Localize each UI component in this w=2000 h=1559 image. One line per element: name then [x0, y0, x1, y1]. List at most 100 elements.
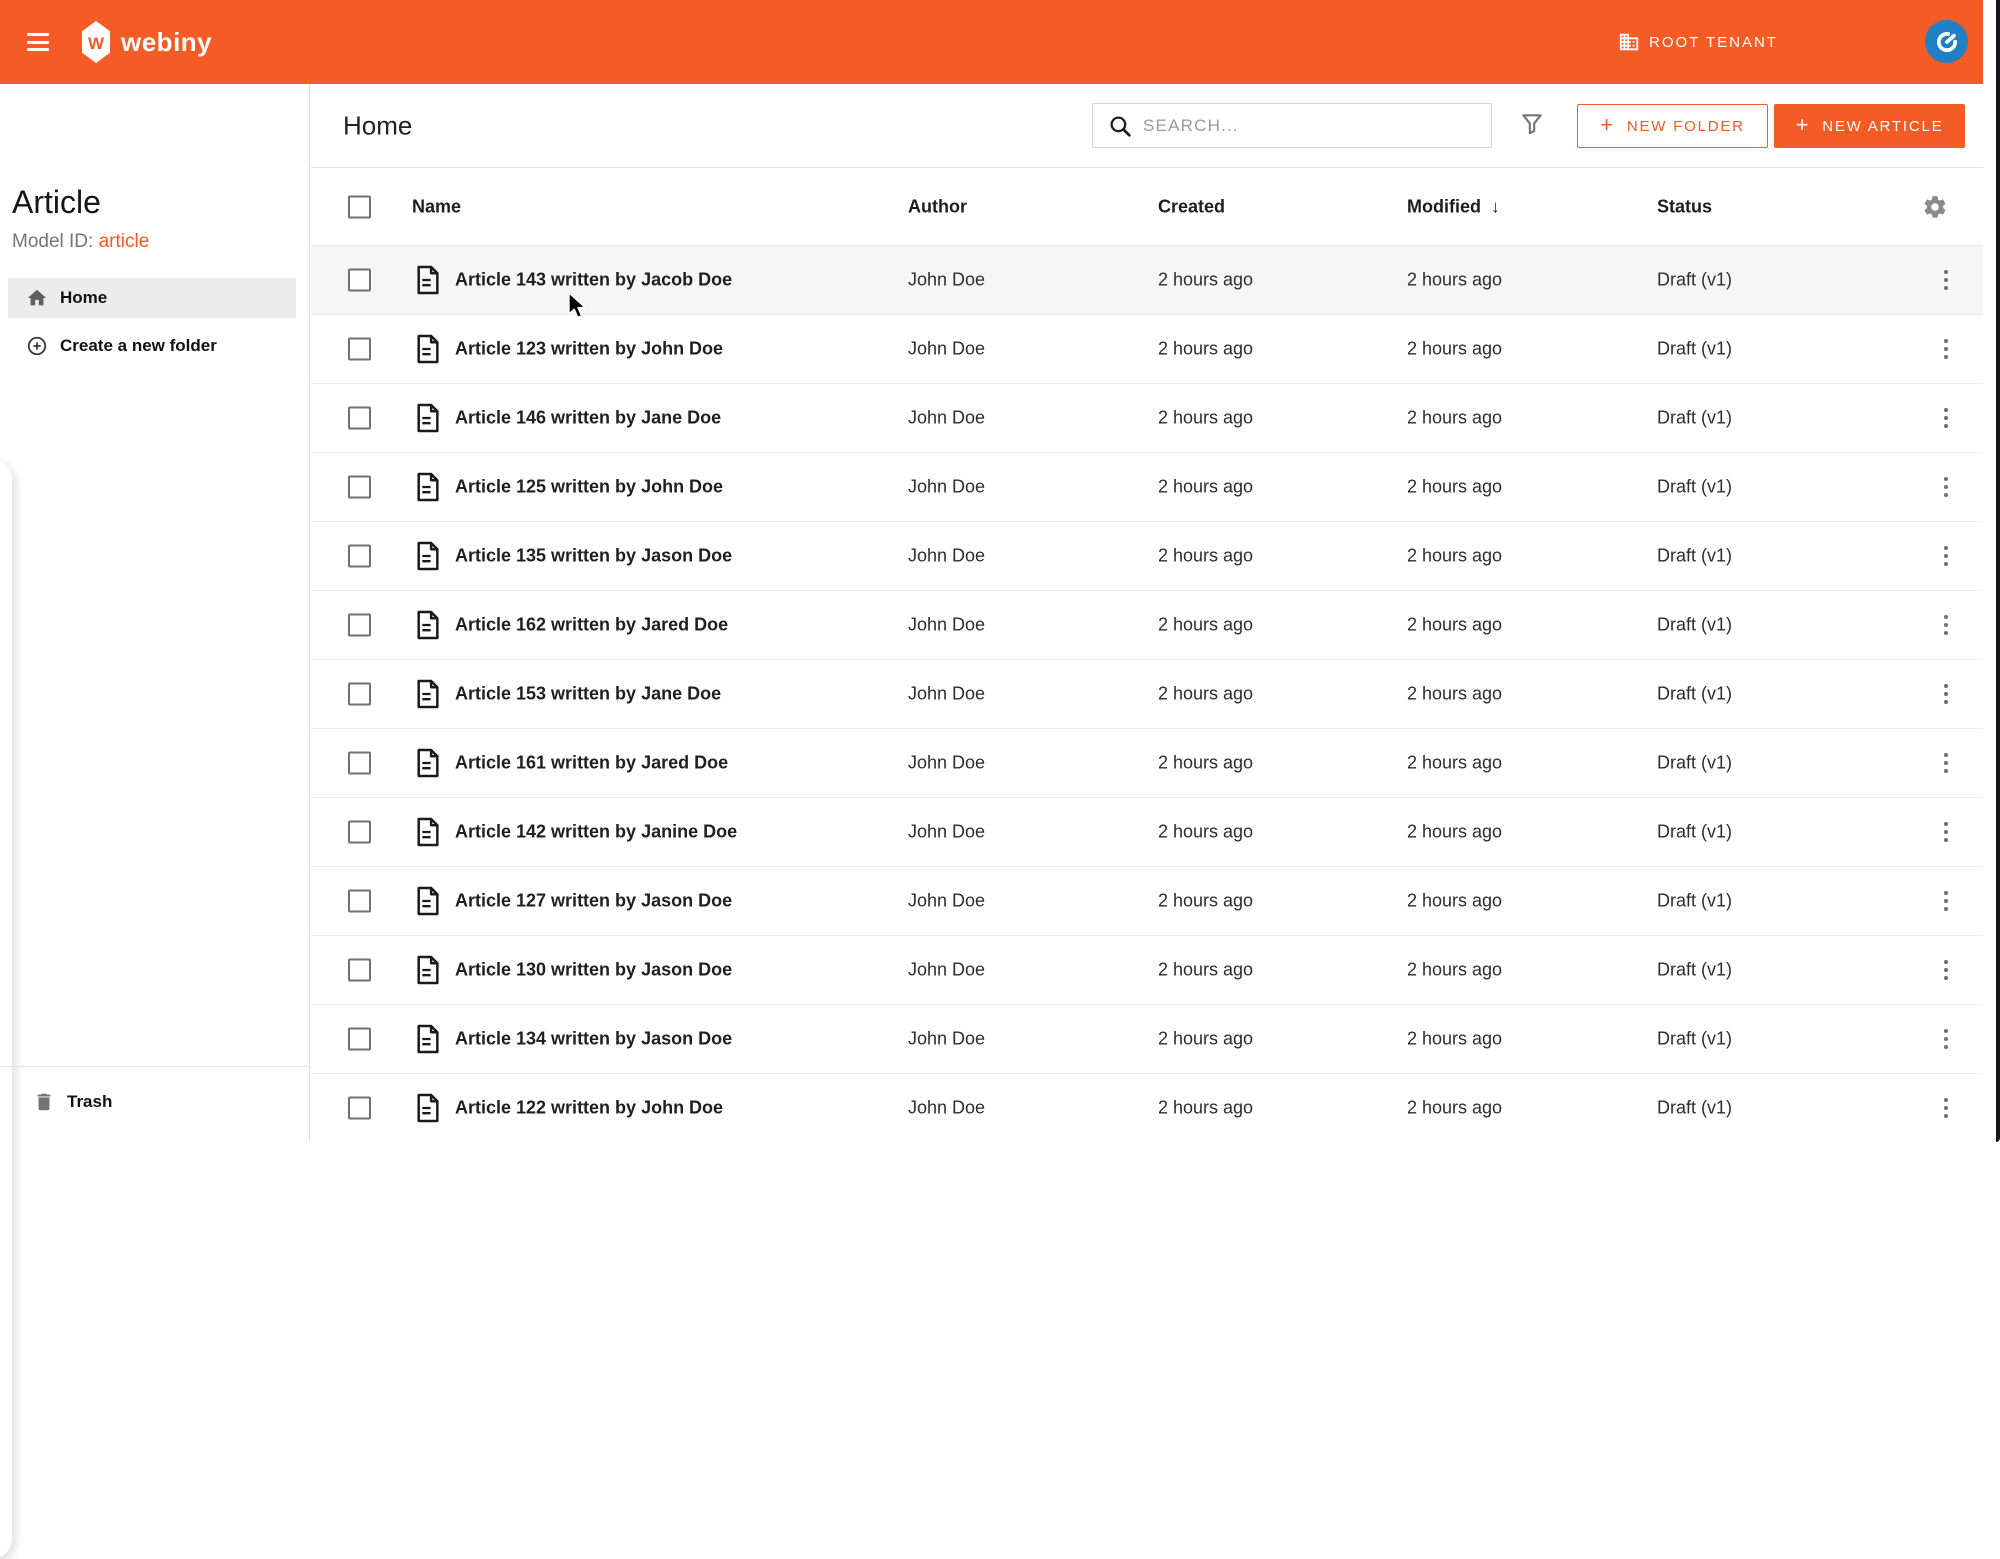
row-checkbox[interactable]: [348, 1027, 371, 1051]
row-author: John Doe: [908, 752, 986, 773]
row-actions-menu[interactable]: [1937, 956, 1955, 984]
sidebar-item-trash[interactable]: Trash: [8, 1082, 296, 1122]
sidebar-item-create-folder[interactable]: Create a new folder: [8, 326, 296, 366]
row-status: Draft (v1): [1657, 890, 1733, 911]
table-row[interactable]: Article 146 written by Jane Doe John Doe…: [311, 384, 1983, 453]
tenant-selector[interactable]: ROOT TENANT: [1618, 0, 1778, 84]
row-name[interactable]: Article 161 written by Jared Doe: [455, 753, 728, 774]
home-icon: [27, 289, 47, 306]
row-checkbox[interactable]: [348, 613, 371, 637]
row-checkbox[interactable]: [348, 337, 371, 361]
column-header-created[interactable]: Created: [1158, 196, 1225, 217]
column-header-status[interactable]: Status: [1657, 196, 1712, 217]
table-row[interactable]: Article 125 written by John Doe John Doe…: [311, 453, 1983, 522]
table-row[interactable]: Article 142 written by Janine Doe John D…: [311, 798, 1983, 867]
new-article-button[interactable]: + NEW ARTICLE: [1774, 104, 1965, 148]
row-created: 2 hours ago: [1158, 614, 1254, 635]
row-actions-menu[interactable]: [1937, 611, 1955, 639]
document-icon: [417, 610, 439, 640]
row-name[interactable]: Article 134 written by Jason Doe: [455, 1029, 732, 1050]
table-row[interactable]: Article 127 written by Jason Doe John Do…: [311, 867, 1983, 936]
row-actions-menu[interactable]: [1937, 266, 1955, 294]
row-created: 2 hours ago: [1158, 752, 1254, 773]
new-folder-button[interactable]: + NEW FOLDER: [1577, 104, 1768, 148]
row-checkbox[interactable]: [348, 544, 371, 568]
row-name[interactable]: Article 125 written by John Doe: [455, 477, 723, 498]
table-row[interactable]: Article 153 written by Jane Doe John Doe…: [311, 660, 1983, 729]
hamburger-menu-icon[interactable]: [27, 33, 51, 52]
tenant-label: ROOT TENANT: [1649, 33, 1778, 51]
row-actions-menu[interactable]: [1937, 818, 1955, 846]
row-author: John Doe: [908, 683, 986, 704]
table-row[interactable]: Article 130 written by Jason Doe John Do…: [311, 936, 1983, 1005]
row-actions-menu[interactable]: [1937, 1094, 1955, 1122]
window-edge: [1996, 0, 2000, 1142]
row-name[interactable]: Article 162 written by Jared Doe: [455, 615, 728, 636]
breadcrumb[interactable]: Home: [343, 110, 412, 141]
row-name[interactable]: Article 127 written by Jason Doe: [455, 891, 732, 912]
row-name[interactable]: Article 123 written by John Doe: [455, 339, 723, 360]
content-area: Home + NEW FOLDER + NEW ARTICLE Name Aut…: [311, 84, 1983, 1142]
row-author: John Doe: [908, 476, 986, 497]
row-checkbox[interactable]: [348, 682, 371, 706]
toolbar: Home + NEW FOLDER + NEW ARTICLE: [311, 84, 1983, 167]
row-checkbox[interactable]: [348, 751, 371, 775]
row-checkbox[interactable]: [348, 475, 371, 499]
row-name[interactable]: Article 143 written by Jacob Doe: [455, 270, 732, 291]
row-modified: 2 hours ago: [1407, 890, 1503, 911]
row-actions-menu[interactable]: [1937, 404, 1955, 432]
row-actions-menu[interactable]: [1937, 680, 1955, 708]
row-author: John Doe: [908, 959, 986, 980]
row-checkbox[interactable]: [348, 889, 371, 913]
row-checkbox[interactable]: [348, 1096, 371, 1120]
svg-text:W: W: [88, 34, 105, 53]
row-checkbox[interactable]: [348, 820, 371, 844]
row-actions-menu[interactable]: [1937, 335, 1955, 363]
scrollbar-track[interactable]: [1983, 0, 1996, 1142]
row-author: John Doe: [908, 269, 986, 290]
row-author: John Doe: [908, 821, 986, 842]
row-actions-menu[interactable]: [1937, 542, 1955, 570]
row-modified: 2 hours ago: [1407, 614, 1503, 635]
document-icon: [417, 679, 439, 709]
user-avatar[interactable]: [1925, 20, 1968, 63]
table-row[interactable]: Article 122 written by John Doe John Doe…: [311, 1074, 1983, 1142]
row-name[interactable]: Article 146 written by Jane Doe: [455, 408, 721, 429]
select-all-checkbox[interactable]: [348, 195, 371, 218]
sidebar-item-home[interactable]: Home: [8, 278, 296, 318]
table-row[interactable]: Article 135 written by Jason Doe John Do…: [311, 522, 1983, 591]
row-actions-menu[interactable]: [1937, 1025, 1955, 1053]
row-created: 2 hours ago: [1158, 683, 1254, 704]
row-actions-menu[interactable]: [1937, 473, 1955, 501]
row-modified: 2 hours ago: [1407, 476, 1503, 497]
row-actions-menu[interactable]: [1937, 749, 1955, 777]
row-name[interactable]: Article 135 written by Jason Doe: [455, 546, 732, 567]
row-name[interactable]: Article 153 written by Jane Doe: [455, 684, 721, 705]
table-row[interactable]: Article 162 written by Jared Doe John Do…: [311, 591, 1983, 660]
row-checkbox[interactable]: [348, 268, 371, 292]
column-header-author[interactable]: Author: [908, 196, 967, 217]
row-name[interactable]: Article 130 written by Jason Doe: [455, 960, 732, 981]
row-created: 2 hours ago: [1158, 890, 1254, 911]
column-header-modified[interactable]: Modified ↓: [1407, 196, 1500, 217]
table-row[interactable]: Article 143 written by Jacob Doe John Do…: [311, 246, 1983, 315]
row-status: Draft (v1): [1657, 1097, 1733, 1118]
row-modified: 2 hours ago: [1407, 1097, 1503, 1118]
column-header-name[interactable]: Name: [412, 196, 461, 217]
row-checkbox[interactable]: [348, 958, 371, 982]
row-status: Draft (v1): [1657, 545, 1733, 566]
table-row[interactable]: Article 123 written by John Doe John Doe…: [311, 315, 1983, 384]
table-row[interactable]: Article 134 written by Jason Doe John Do…: [311, 1005, 1983, 1074]
search-input[interactable]: [1143, 104, 1483, 147]
row-name[interactable]: Article 142 written by Janine Doe: [455, 822, 737, 843]
row-actions-menu[interactable]: [1937, 887, 1955, 915]
row-modified: 2 hours ago: [1407, 752, 1503, 773]
table-row[interactable]: Article 161 written by Jared Doe John Do…: [311, 729, 1983, 798]
document-icon: [417, 955, 439, 985]
column-settings-button[interactable]: [1922, 194, 1948, 220]
row-name[interactable]: Article 122 written by John Doe: [455, 1098, 723, 1119]
document-icon: [417, 265, 439, 295]
row-checkbox[interactable]: [348, 406, 371, 430]
filter-button[interactable]: [1511, 104, 1553, 146]
row-author: John Doe: [908, 1097, 986, 1118]
